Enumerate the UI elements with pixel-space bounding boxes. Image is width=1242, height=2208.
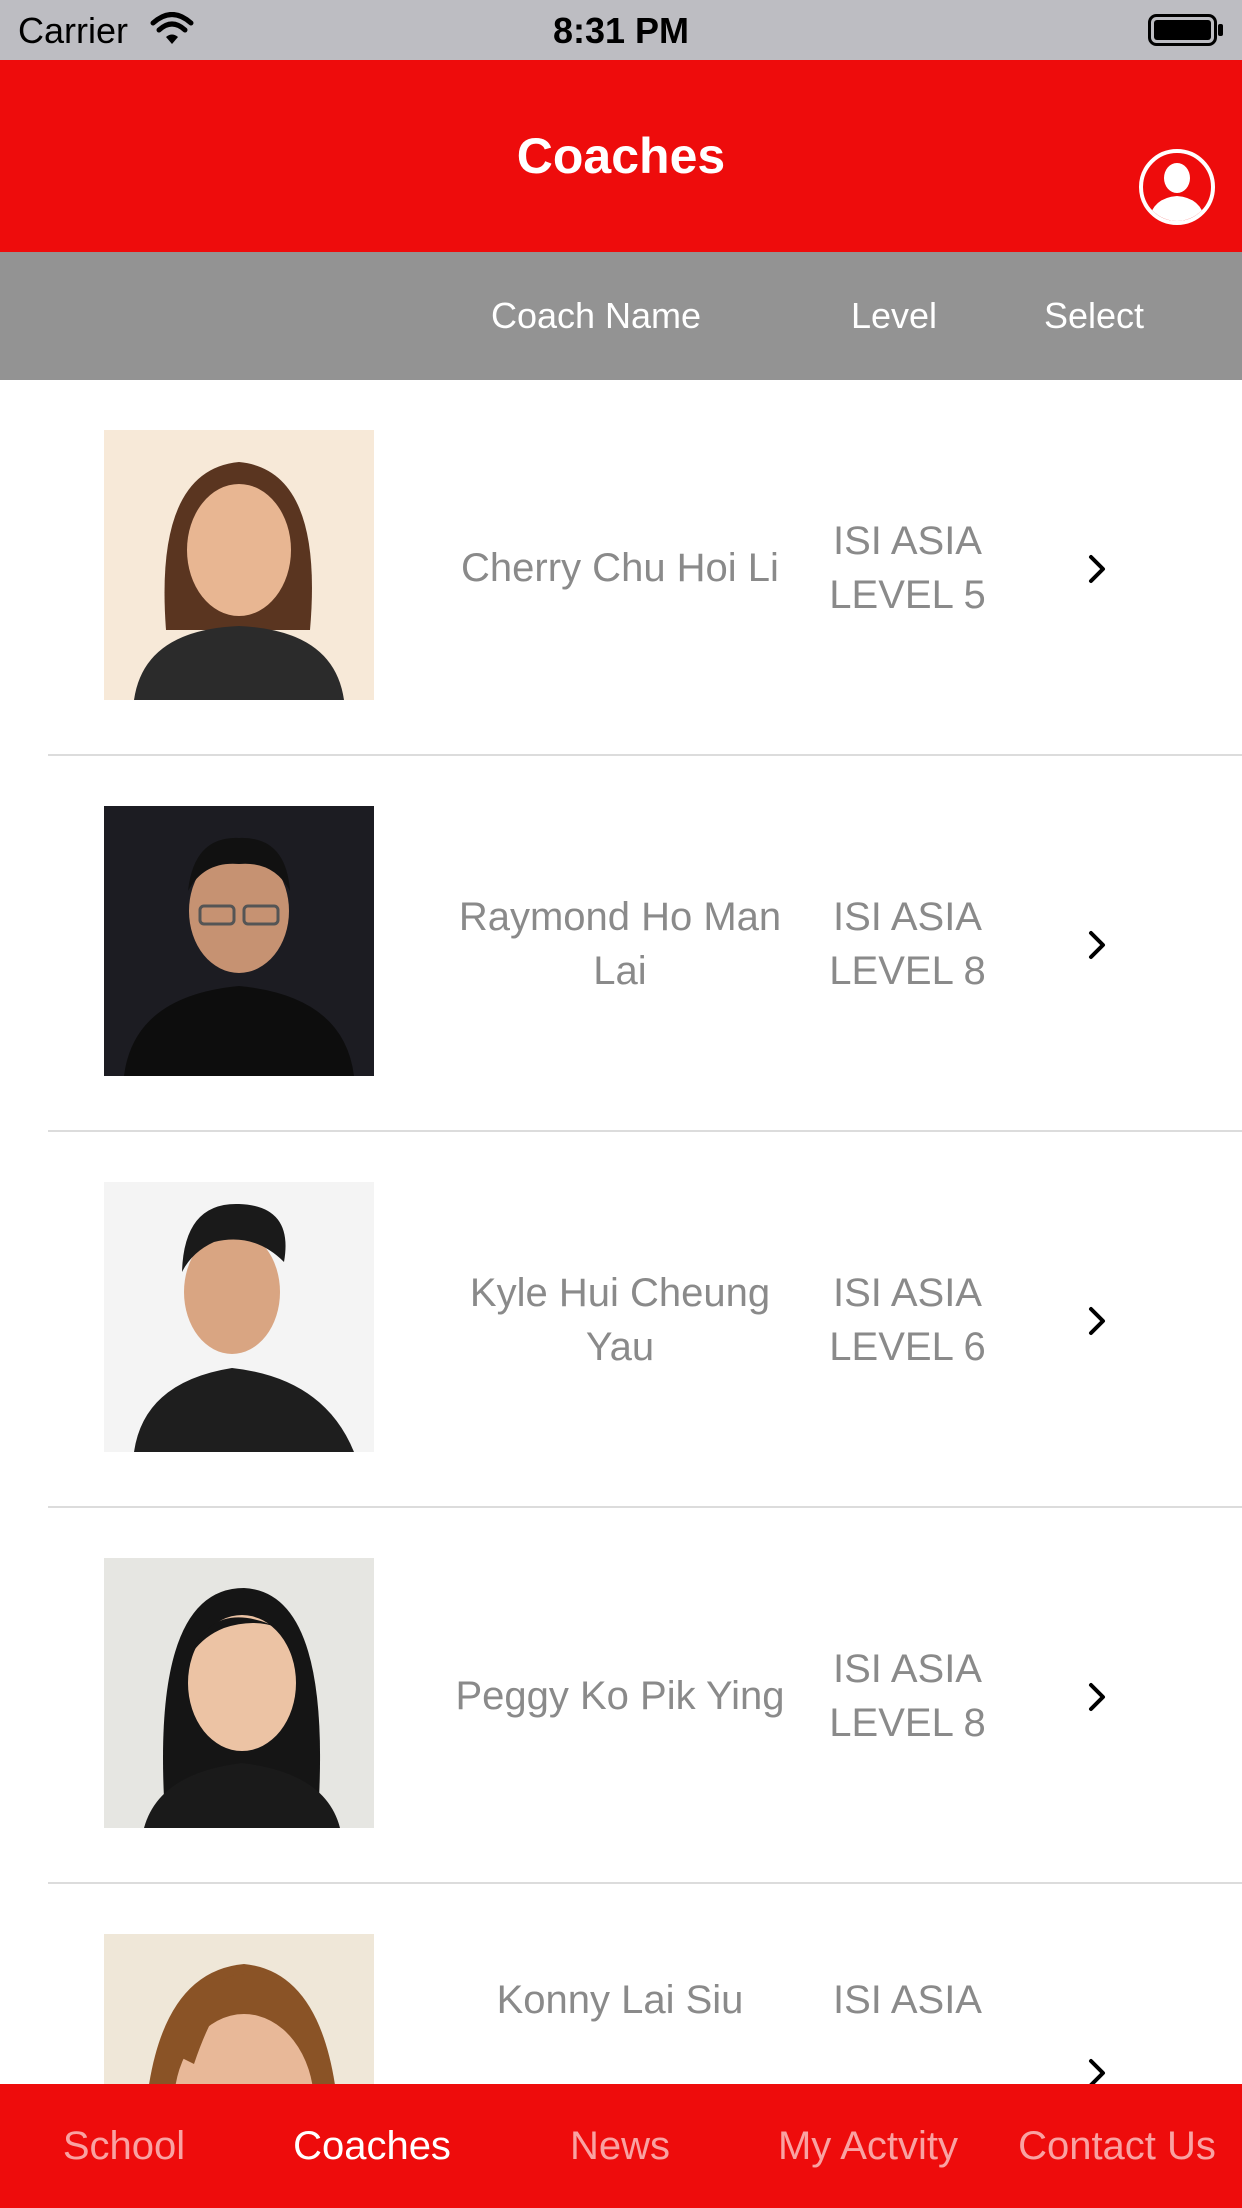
coach-name: Konny Lai Siu — [496, 1978, 744, 2022]
tab-news[interactable]: News — [496, 2084, 744, 2208]
coach-row[interactable]: Cherry Chu Hoi Li ISI ASIA LEVEL 5 — [0, 380, 1242, 756]
tab-my-activity[interactable]: My Actvity — [744, 2084, 992, 2208]
tab-coaches[interactable]: Coaches — [248, 2084, 496, 2208]
coach-row[interactable]: Konny Lai Siu ISI ASIA — [0, 1884, 1242, 2084]
coach-photo — [104, 806, 374, 1076]
coach-name: Peggy Ko Pik Ying — [455, 1674, 785, 1718]
tab-contact-us[interactable]: Contact Us — [992, 2084, 1242, 2208]
coach-level: ISI ASIA LEVEL 8 — [829, 895, 986, 993]
coach-photo — [104, 1934, 374, 2084]
tab-bar: School Coaches News My Actvity Contact U… — [0, 2084, 1242, 2208]
chevron-right-icon[interactable] — [1086, 930, 1108, 960]
coach-row[interactable]: Peggy Ko Pik Ying ISI ASIA LEVEL 8 — [0, 1508, 1242, 1884]
coach-row[interactable]: Raymond Ho Man Lai ISI ASIA LEVEL 8 — [0, 756, 1242, 1132]
coach-photo — [104, 1182, 374, 1452]
coach-list[interactable]: Cherry Chu Hoi Li ISI ASIA LEVEL 5 Raymo… — [0, 380, 1242, 2084]
coach-level: ISI ASIA LEVEL 5 — [829, 519, 986, 617]
table-header: Coach Name Level Select — [0, 252, 1242, 380]
profile-icon[interactable] — [1138, 148, 1216, 226]
coach-name: Kyle Hui Cheung Yau — [469, 1271, 771, 1369]
coach-row[interactable]: Kyle Hui Cheung Yau ISI ASIA LEVEL 6 — [0, 1132, 1242, 1508]
clock: 8:31 PM — [552, 10, 690, 51]
status-bar: Carrier 8:31 PM — [0, 0, 1242, 60]
coach-photo — [104, 1558, 374, 1828]
navigation-bar: Coaches — [0, 60, 1242, 252]
chevron-right-icon[interactable] — [1086, 1306, 1108, 1336]
coach-name: Cherry Chu Hoi Li — [461, 546, 779, 590]
column-header-select: Select — [1043, 295, 1145, 336]
battery-icon — [1148, 14, 1223, 46]
coach-level: ISI ASIA LEVEL 8 — [829, 1647, 986, 1745]
tab-school[interactable]: School — [0, 2084, 248, 2208]
column-header-coach-name: Coach Name — [490, 295, 702, 336]
coach-name: Raymond Ho Man Lai — [458, 895, 782, 993]
chevron-right-icon[interactable] — [1086, 554, 1108, 584]
chevron-right-icon[interactable] — [1086, 2058, 1108, 2084]
page-title: Coaches — [516, 128, 726, 184]
coach-level: ISI ASIA LEVEL 6 — [829, 1271, 986, 1369]
coach-level: ISI ASIA — [833, 1978, 982, 2022]
column-header-level: Level — [850, 295, 938, 336]
chevron-right-icon[interactable] — [1086, 1682, 1108, 1712]
coach-photo — [104, 430, 374, 700]
